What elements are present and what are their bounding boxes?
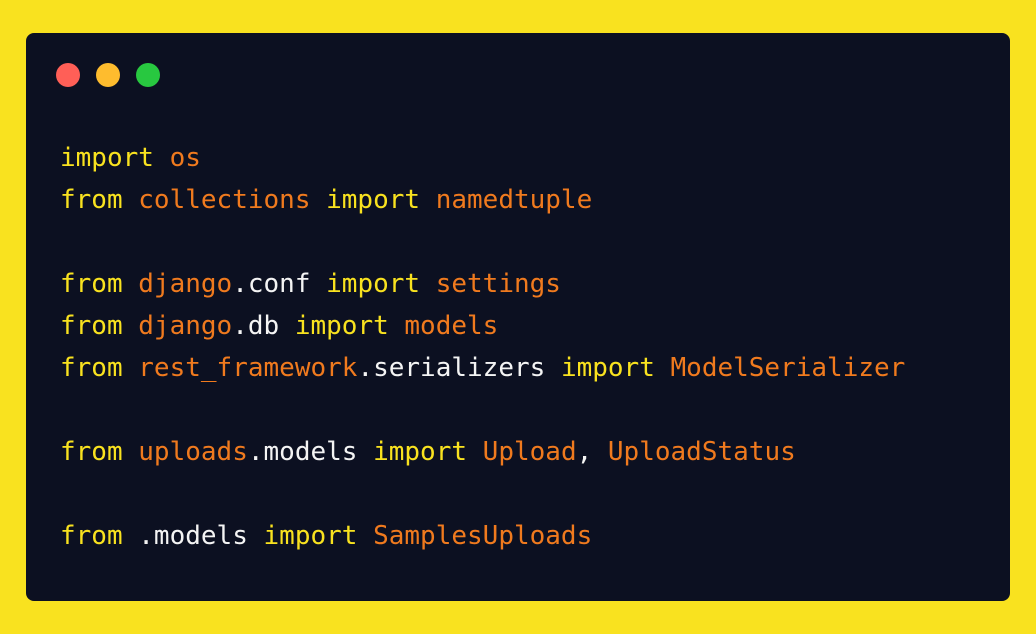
code-token: from [60, 185, 123, 215]
code-token: from [60, 353, 123, 383]
code-token: .models [247, 437, 358, 467]
code-token: import [326, 269, 421, 299]
code-line: from collections import namedtuple [60, 179, 905, 221]
code-token: django [138, 311, 233, 341]
code-token: from [60, 521, 123, 551]
code-token: os [169, 143, 201, 173]
code-token: , [576, 437, 608, 467]
code-token: from [60, 269, 123, 299]
code-token: namedtuple [435, 185, 593, 215]
code-token: .models [138, 521, 248, 551]
code-line: ​ [60, 473, 905, 515]
code-token: UploadStatus [607, 437, 796, 467]
code-token: import [60, 143, 154, 173]
code-line: from .models import SamplesUploads [60, 515, 905, 557]
code-window: import os from collections import namedtu… [26, 33, 1010, 601]
code-token: import [263, 521, 358, 551]
code-line: ​ [60, 389, 905, 431]
code-token: from [60, 311, 123, 341]
code-token: from [60, 437, 123, 467]
code-token: .conf [232, 269, 311, 299]
code-token: rest_framework [138, 353, 358, 383]
code-line: from rest_framework.serializers import M… [60, 347, 905, 389]
code-token: models [404, 311, 499, 341]
maximize-dot-icon[interactable] [136, 63, 160, 87]
code-token: Upload [482, 437, 577, 467]
close-dot-icon[interactable] [56, 63, 80, 87]
code-token: import [294, 311, 389, 341]
code-block: import os from collections import namedtu… [60, 137, 905, 557]
code-token: import [373, 437, 468, 467]
code-token: uploads [138, 437, 248, 467]
code-token: .serializers [357, 353, 546, 383]
code-line: import os [60, 137, 905, 179]
code-token: django [138, 269, 233, 299]
minimize-dot-icon[interactable] [96, 63, 120, 87]
code-token: ModelSerializer [670, 353, 906, 383]
code-line: ​ [60, 221, 905, 263]
code-line: from django.conf import settings [60, 263, 905, 305]
window-controls [56, 63, 160, 87]
code-token: settings [435, 269, 561, 299]
code-token: import [560, 353, 655, 383]
code-token: .db [232, 311, 280, 341]
code-token: collections [138, 185, 311, 215]
code-line: from uploads.models import Upload, Uploa… [60, 431, 905, 473]
code-token: SamplesUploads [373, 521, 593, 551]
code-line: from django.db import models [60, 305, 905, 347]
code-token: import [326, 185, 421, 215]
